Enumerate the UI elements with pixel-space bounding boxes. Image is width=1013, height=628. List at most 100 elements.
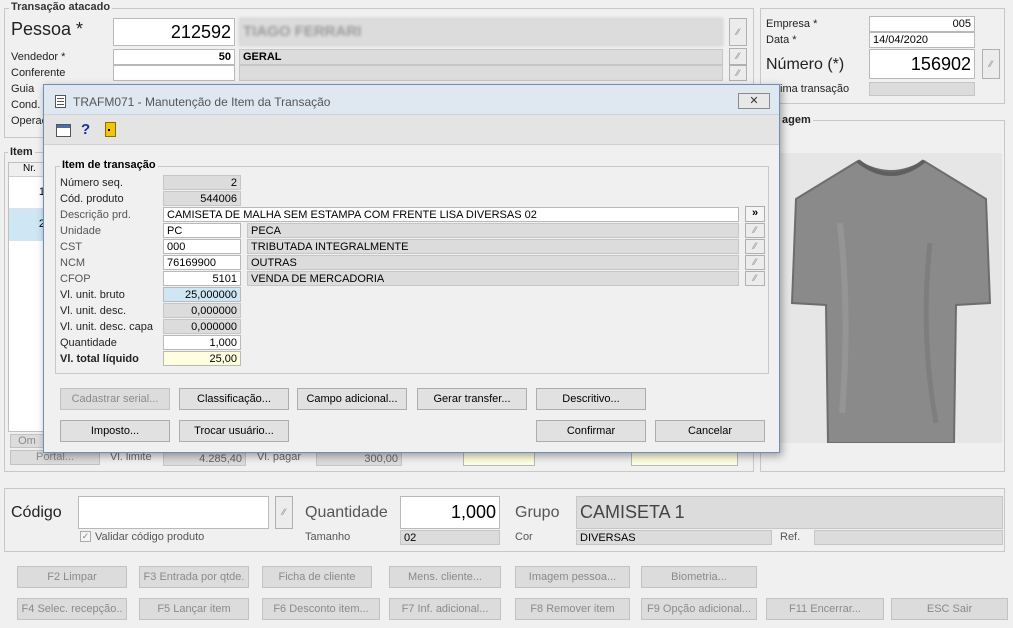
cst-lookup-button[interactable]: ⁄⁄ bbox=[745, 239, 765, 254]
table-row[interactable]: 2 bbox=[9, 209, 47, 241]
numero-seq-field: 2 bbox=[163, 175, 241, 190]
vl-unit-bruto-label: Vl. unit. bruto bbox=[60, 289, 125, 301]
conferente-label: Conferente bbox=[11, 67, 66, 79]
vl-unit-desc-capa-label: Vl. unit. desc. capa bbox=[60, 321, 153, 333]
codigo-input[interactable] bbox=[78, 496, 269, 529]
f2-limpar-button[interactable]: F2 Limpar bbox=[17, 566, 127, 588]
exit-door-icon[interactable] bbox=[105, 122, 116, 137]
f8-remover-item-button[interactable]: F8 Remover item bbox=[515, 598, 630, 620]
quantidade-input[interactable]: 1,000 bbox=[400, 496, 500, 529]
om-button[interactable]: Om bbox=[10, 434, 44, 448]
conferente-lookup-button[interactable]: ⁄⁄ bbox=[729, 65, 747, 81]
numero-label: Número (*) bbox=[766, 56, 845, 73]
descricao-label: Descrição prd. bbox=[60, 209, 131, 221]
f5-lancar-item-button[interactable]: F5 Lançar item bbox=[139, 598, 249, 620]
table-row[interactable]: 1 bbox=[9, 177, 47, 209]
lookup-icon: ⁄⁄ bbox=[753, 257, 757, 267]
tamanho-label: Tamanho bbox=[305, 531, 351, 543]
f3-entrada-button[interactable]: F3 Entrada por qtde. bbox=[139, 566, 249, 588]
quantidade-item-field[interactable]: 1,000 bbox=[163, 335, 241, 350]
lookup-icon: ⁄⁄ bbox=[736, 27, 740, 37]
confirmar-button[interactable]: Confirmar bbox=[536, 420, 646, 442]
ncm-lookup-button[interactable]: ⁄⁄ bbox=[745, 255, 765, 270]
cfop-desc-field: VENDA DE MERCADORIA bbox=[247, 271, 739, 286]
unidade-lookup-button[interactable]: ⁄⁄ bbox=[745, 223, 765, 238]
ultima-transacao-field bbox=[869, 82, 975, 96]
lookup-icon: ⁄⁄ bbox=[282, 507, 286, 517]
dialog-title: TRAFM071 - Manutenção de Item da Transaç… bbox=[73, 95, 331, 109]
grupo-field: CAMISETA 1 bbox=[576, 496, 1003, 529]
ncm-label: NCM bbox=[60, 257, 86, 269]
trocar-usuario-button[interactable]: Trocar usuário... bbox=[179, 420, 289, 442]
numero-seq-label: Número seq. bbox=[60, 177, 123, 189]
cadastrar-serial-button[interactable]: Cadastrar serial... bbox=[60, 388, 170, 410]
lookup-icon: ⁄⁄ bbox=[753, 225, 757, 235]
gerar-transfer-button[interactable]: Gerar transfer... bbox=[417, 388, 527, 410]
ficha-cliente-button[interactable]: Ficha de cliente bbox=[262, 566, 372, 588]
dialog-titlebar[interactable]: TRAFM071 - Manutenção de Item da Transaç… bbox=[44, 85, 779, 115]
cst-field[interactable]: 000 bbox=[163, 239, 241, 254]
unidade-label: Unidade bbox=[60, 225, 101, 237]
unidade-desc-field: PECA bbox=[247, 223, 739, 238]
descricao-expand-button[interactable]: » bbox=[745, 206, 765, 222]
cfop-field[interactable]: 5101 bbox=[163, 271, 241, 286]
conferente-code-field[interactable] bbox=[113, 65, 235, 81]
grupo-label: Grupo bbox=[515, 504, 560, 521]
vendedor-lookup-button[interactable]: ⁄⁄ bbox=[729, 48, 747, 65]
lookup-icon: ⁄⁄ bbox=[753, 241, 757, 251]
cancelar-button[interactable]: Cancelar bbox=[655, 420, 765, 442]
conferente-name-field bbox=[239, 65, 723, 81]
codigo-lookup-button[interactable]: ⁄⁄ bbox=[275, 496, 293, 529]
unidade-field[interactable]: PC bbox=[163, 223, 241, 238]
descricao-field[interactable]: CAMISETA DE MALHA SEM ESTAMPA COM FRENTE… bbox=[163, 207, 739, 222]
calendar-icon[interactable] bbox=[56, 124, 71, 137]
empresa-label: Empresa * bbox=[766, 18, 818, 30]
vl-unit-bruto-field[interactable]: 25,000000 bbox=[163, 287, 241, 302]
dialog-toolbar: ? bbox=[44, 115, 779, 145]
cst-label: CST bbox=[60, 241, 82, 253]
hint-field-b bbox=[631, 451, 738, 466]
tshirt-icon bbox=[790, 159, 992, 444]
validar-checkbox[interactable]: ✓ bbox=[80, 531, 91, 542]
item-label: Item bbox=[8, 146, 35, 158]
cfop-lookup-button[interactable]: ⁄⁄ bbox=[745, 271, 765, 286]
data-field[interactable]: 14/04/2020 bbox=[869, 32, 975, 48]
tamanho-field: 02 bbox=[400, 530, 500, 545]
cor-field: DIVERSAS bbox=[576, 530, 772, 545]
imposto-button[interactable]: Imposto... bbox=[60, 420, 170, 442]
f6-desconto-item-button[interactable]: F6 Desconto item... bbox=[262, 598, 380, 620]
f11-encerrar-button[interactable]: F11 Encerrar... bbox=[766, 598, 884, 620]
imagem-pessoa-button[interactable]: Imagem pessoa... bbox=[515, 566, 630, 588]
close-button[interactable]: ✕ bbox=[738, 93, 770, 109]
pessoa-code-field[interactable]: 212592 bbox=[113, 18, 235, 46]
lookup-icon: ⁄⁄ bbox=[736, 68, 740, 78]
f4-selec-recepcao-button[interactable]: F4 Selec. recepção.. bbox=[17, 598, 127, 620]
classificacao-button[interactable]: Classificação... bbox=[179, 388, 289, 410]
cfop-label: CFOP bbox=[60, 273, 91, 285]
campo-adicional-button[interactable]: Campo adicional... bbox=[297, 388, 407, 410]
empresa-field[interactable]: 005 bbox=[869, 16, 975, 32]
mens-cliente-button[interactable]: Mens. cliente... bbox=[389, 566, 501, 588]
pessoa-name-field: TIAGO FERRARI bbox=[239, 18, 723, 46]
help-icon[interactable]: ? bbox=[81, 121, 90, 138]
vendedor-name-field: GERAL bbox=[239, 49, 723, 65]
guia-label: Guia bbox=[11, 83, 35, 95]
f9-opcao-adicional-button[interactable]: F9 Opção adicional... bbox=[641, 598, 757, 620]
ncm-field[interactable]: 76169900 bbox=[163, 255, 241, 270]
numero-lookup-button[interactable]: ⁄⁄ bbox=[982, 49, 1000, 79]
item-transacao-title: Item de transação bbox=[60, 159, 158, 171]
ref-field bbox=[814, 530, 1003, 545]
numero-field[interactable]: 156902 bbox=[869, 49, 975, 79]
esc-sair-button[interactable]: ESC Sair bbox=[891, 598, 1008, 620]
double-chevron-icon: » bbox=[751, 207, 759, 219]
item-maintenance-dialog: TRAFM071 - Manutenção de Item da Transaç… bbox=[43, 84, 780, 453]
pessoa-lookup-button[interactable]: ⁄⁄ bbox=[729, 18, 747, 46]
ref-label: Ref. bbox=[780, 531, 801, 543]
product-image bbox=[780, 153, 1002, 444]
f7-inf-adicional-button[interactable]: F7 Inf. adicional... bbox=[389, 598, 501, 620]
descritivo-button[interactable]: Descritivo... bbox=[536, 388, 646, 410]
nr-header: Nr. bbox=[9, 163, 47, 177]
vendedor-code-field[interactable]: 50 bbox=[113, 49, 235, 65]
vl-pagar-field: 300,00 bbox=[316, 451, 402, 466]
biometria-button[interactable]: Biometria... bbox=[641, 566, 757, 588]
